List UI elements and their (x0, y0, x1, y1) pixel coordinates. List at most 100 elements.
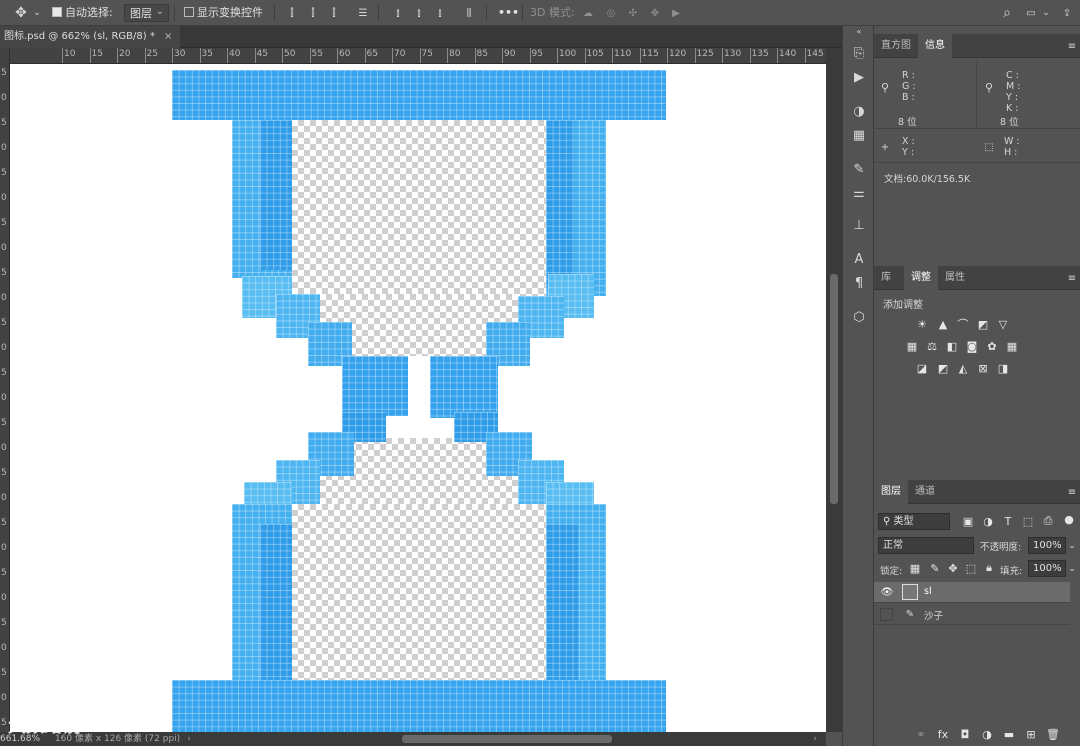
more-options-button[interactable]: ••• (498, 4, 519, 22)
visibility-eye-icon[interactable]: 👁︎ (880, 585, 894, 599)
color-balance-icon[interactable]: ⚖ (925, 339, 939, 353)
fill-input[interactable]: 100% (1028, 560, 1066, 577)
3d-pan-icon[interactable]: ✣ (625, 4, 641, 22)
curves-icon[interactable]: ⌒ (956, 317, 970, 331)
filter-adjustment-icon[interactable]: ◑ (981, 514, 995, 528)
layer-row-sand[interactable]: ✎ 沙子 (874, 604, 1070, 625)
exposure-icon[interactable]: ◩ (976, 317, 990, 331)
black-white-icon[interactable]: ◧ (945, 339, 959, 353)
filter-smart-object-icon[interactable]: ⎙ (1041, 514, 1055, 528)
horizontal-scroll-thumb[interactable] (402, 735, 612, 743)
add-mask-icon[interactable]: ◘ (958, 727, 972, 741)
brush-presets-icon[interactable]: ⚌ (847, 182, 871, 204)
new-adjustment-icon[interactable]: ◑ (980, 727, 994, 741)
channel-mixer-icon[interactable]: ✿ (985, 339, 999, 353)
move-tool-icon[interactable]: ✥ (10, 4, 32, 22)
workspace-icon[interactable]: ▭ (1022, 4, 1040, 22)
history-icon[interactable]: ⎘ (847, 42, 871, 64)
vertical-scrollbar[interactable] (826, 48, 842, 732)
collapse-panels-icon[interactable]: « (847, 26, 871, 36)
3d-video-icon[interactable]: ▶ (668, 4, 684, 22)
scroll-right-icon[interactable]: › (810, 732, 820, 746)
auto-select-value[interactable]: 图层 (124, 3, 169, 22)
layer-row-sl[interactable]: 👁︎ sl (874, 582, 1070, 603)
gradient-map-icon[interactable]: ⊠ (976, 361, 990, 375)
tab-adjustments[interactable]: 调整 (904, 266, 938, 290)
align-vcenter-icon[interactable]: ⫾ (411, 4, 427, 22)
close-tab-icon[interactable]: × (164, 31, 172, 42)
clone-source-icon[interactable]: ⊥ (847, 214, 871, 236)
auto-select-dropdown[interactable]: 图层 (124, 3, 169, 22)
align-left-icon[interactable]: ⫿ (284, 4, 300, 22)
filter-type-icon[interactable]: T (1001, 514, 1015, 528)
search-icon[interactable]: ⌕ (998, 4, 1016, 22)
filter-toggle-icon[interactable]: ● (1062, 512, 1076, 526)
color-lookup-icon[interactable]: ▦ (1005, 339, 1019, 353)
lock-position-icon[interactable]: ✥ (946, 561, 960, 575)
tab-info[interactable]: 信息 (918, 34, 952, 58)
vertical-scroll-thumb[interactable] (830, 274, 838, 504)
delete-layer-icon[interactable]: 🗑︎ (1046, 727, 1060, 741)
character-icon[interactable]: A (847, 248, 871, 270)
tab-histogram[interactable]: 直方图 (874, 34, 918, 58)
brightness-icon[interactable]: ☀ (915, 317, 929, 331)
new-group-icon[interactable]: ▬ (1002, 727, 1016, 741)
tab-libraries[interactable]: 库 (874, 266, 898, 290)
visibility-toggle-empty[interactable] (880, 608, 893, 621)
link-layers-icon[interactable]: ⚭ (914, 727, 928, 741)
opacity-chevron-icon[interactable]: ⌄ (1066, 537, 1078, 554)
tab-channels[interactable]: 通道 (908, 480, 942, 504)
new-layer-icon[interactable]: ⊞ (1024, 727, 1038, 741)
align-right-icon[interactable]: ⫿ (326, 4, 342, 22)
filter-pixel-icon[interactable]: ▣ (961, 514, 975, 528)
invert-icon[interactable]: ◪ (915, 361, 929, 375)
hue-saturation-icon[interactable]: ▦ (905, 339, 919, 353)
paragraph-icon[interactable]: ¶ (847, 272, 871, 294)
tool-preset-chevron-icon[interactable]: ⌄ (32, 4, 42, 22)
show-transform-checkbox[interactable]: 显示变换控件 (184, 4, 263, 22)
threshold-icon[interactable]: ◭ (956, 361, 970, 375)
3d-slide-icon[interactable]: ✥ (647, 4, 663, 22)
layer-style-fx-icon[interactable]: fx (936, 727, 950, 741)
horizontal-scrollbar[interactable]: ‹ › (180, 732, 826, 746)
opacity-input[interactable]: 100% (1028, 537, 1066, 554)
tab-properties[interactable]: 属性 (938, 266, 972, 290)
selective-color-icon[interactable]: ◨ (996, 361, 1010, 375)
swatches-grid-icon[interactable]: ▦ (847, 124, 871, 146)
show-transform-check-icon[interactable] (184, 7, 194, 17)
scroll-left-icon[interactable]: ‹ (184, 732, 194, 746)
blend-mode-dropdown[interactable]: 正常 (878, 537, 974, 554)
auto-select-checkbox[interactable]: 自动选择: (52, 4, 113, 22)
panel-menu-icon[interactable]: ≡ (1066, 38, 1078, 54)
layers-panel-menu-icon[interactable]: ≡ (1066, 484, 1078, 500)
document-tab[interactable]: 图标.psd @ 662% (sl, RGB/8) * × (0, 26, 181, 48)
brush-settings-icon[interactable]: ✎ (847, 158, 871, 180)
share-icon[interactable]: ⇪ (1058, 4, 1076, 22)
layer-filter-dropdown[interactable]: ⚲ 类型 (878, 513, 950, 530)
tab-layers[interactable]: 图层 (874, 480, 908, 504)
canvas[interactable] (10, 64, 826, 732)
3d-cube-icon[interactable]: ⬡ (847, 306, 871, 328)
lock-artboard-icon[interactable]: ⬚ (964, 561, 978, 575)
distribute-vertical-icon[interactable]: ⫼ (461, 4, 477, 22)
photo-filter-icon[interactable]: ◙ (965, 339, 979, 353)
lock-transparent-icon[interactable]: ▦ (908, 561, 922, 575)
fill-chevron-icon[interactable]: ⌄ (1066, 560, 1078, 577)
actions-play-icon[interactable]: ▶ (847, 66, 871, 88)
workspace-chevron-icon[interactable]: ⌄ (1041, 4, 1051, 22)
lock-all-icon[interactable]: 🔒︎ (982, 561, 996, 575)
levels-icon[interactable]: ▲ (936, 317, 950, 331)
align-bottom-icon[interactable]: ⫾ (432, 4, 448, 22)
posterize-icon[interactable]: ◩ (936, 361, 950, 375)
vibrance-icon[interactable]: ▽ (996, 317, 1010, 331)
adjust-panel-menu-icon[interactable]: ≡ (1066, 270, 1078, 286)
3d-orbit-icon[interactable]: ☁ (580, 4, 596, 22)
auto-select-check-icon[interactable] (52, 7, 62, 17)
filter-shape-icon[interactable]: ⬚ (1021, 514, 1035, 528)
align-top-icon[interactable]: ⫾ (390, 4, 406, 22)
color-palette-icon[interactable]: ◑ (847, 100, 871, 122)
align-hcenter-icon[interactable]: ⫿ (305, 4, 321, 22)
lock-image-icon[interactable]: ✎ (928, 561, 942, 575)
distribute-icon[interactable]: ☰ (355, 4, 371, 22)
3d-roll-icon[interactable]: ◎ (603, 4, 619, 22)
